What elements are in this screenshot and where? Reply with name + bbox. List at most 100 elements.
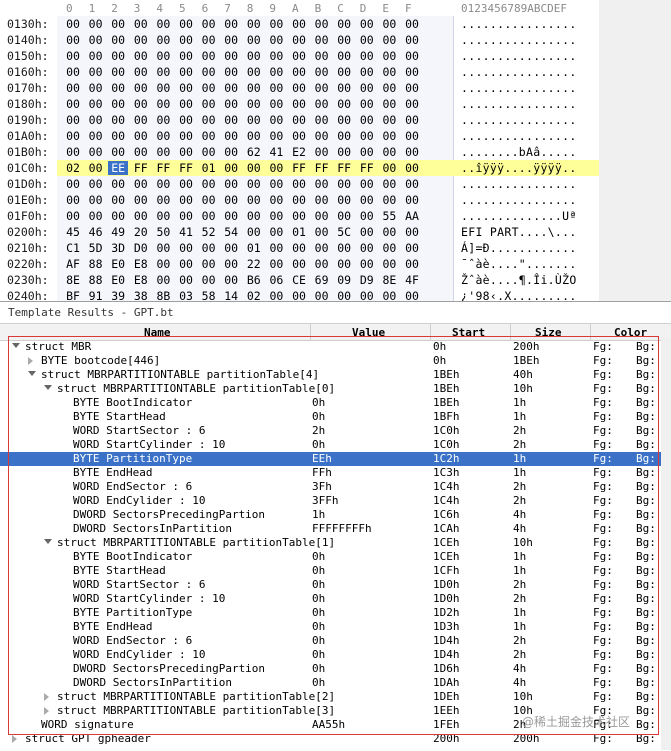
hex-byte[interactable]: 45 xyxy=(63,225,83,239)
hex-byte[interactable]: 01 xyxy=(244,241,264,255)
hex-byte[interactable]: 00 xyxy=(108,209,128,223)
hex-byte[interactable]: 00 xyxy=(334,177,354,191)
ascii-text[interactable]: ................ xyxy=(461,97,577,111)
hex-byte[interactable]: 00 xyxy=(266,209,286,223)
hex-byte[interactable]: 00 xyxy=(108,17,128,31)
hex-byte[interactable]: 00 xyxy=(402,257,422,271)
hex-byte[interactable]: 00 xyxy=(266,193,286,207)
hex-byte[interactable]: FF xyxy=(176,161,196,175)
hex-byte[interactable]: 00 xyxy=(176,145,196,159)
hex-byte[interactable]: 00 xyxy=(199,97,219,111)
hex-byte[interactable]: CE xyxy=(289,273,309,287)
hex-byte[interactable]: 00 xyxy=(153,209,173,223)
hex-byte[interactable]: 09 xyxy=(334,273,354,287)
hex-byte[interactable]: 00 xyxy=(357,49,377,63)
hex-byte[interactable]: 00 xyxy=(357,33,377,47)
hex-byte[interactable]: 00 xyxy=(379,81,399,95)
hex-row[interactable]: 01F0h: 00 00 00 00 00 00 00 00 00 00 00 00 00 00 55 AA..… xyxy=(0,208,599,224)
hex-row[interactable]: 01E0h: 00 00 00 00 00 00 00 00 00 00 00 00 00 00 00 00..… xyxy=(0,192,599,208)
hex-byte[interactable]: 00 xyxy=(357,257,377,271)
hex-byte[interactable]: 00 xyxy=(334,81,354,95)
hex-row[interactable]: 0190h: 00 00 00 00 00 00 00 00 00 00 00 00 00 00 00 00..… xyxy=(0,112,599,128)
hex-byte[interactable]: 00 xyxy=(153,49,173,63)
hex-byte[interactable]: 00 xyxy=(379,17,399,31)
hex-byte[interactable]: 00 xyxy=(131,193,151,207)
hex-byte[interactable]: 00 xyxy=(266,81,286,95)
hex-byte[interactable]: 00 xyxy=(176,97,196,111)
hex-byte[interactable]: 52 xyxy=(199,225,219,239)
hex-byte[interactable]: E8 xyxy=(131,257,151,271)
hex-byte[interactable]: 00 xyxy=(312,257,332,271)
hex-byte[interactable]: 00 xyxy=(221,113,241,127)
hex-byte[interactable]: B6 xyxy=(244,273,264,287)
hex-byte[interactable]: 00 xyxy=(86,81,106,95)
ascii-text[interactable]: ................ xyxy=(461,49,577,63)
hex-byte[interactable]: FF xyxy=(312,161,332,175)
hex-byte[interactable]: 00 xyxy=(357,209,377,223)
hex-byte[interactable]: 00 xyxy=(199,33,219,47)
hex-byte[interactable]: 00 xyxy=(379,33,399,47)
hex-byte[interactable]: 00 xyxy=(334,17,354,31)
hex-byte[interactable]: 00 xyxy=(221,145,241,159)
ascii-text[interactable]: ................ xyxy=(461,17,577,31)
hex-byte[interactable]: FF xyxy=(289,161,309,175)
hex-byte[interactable]: 00 xyxy=(108,33,128,47)
hex-byte[interactable]: 00 xyxy=(312,97,332,111)
hex-byte[interactable]: 00 xyxy=(334,49,354,63)
hex-byte[interactable]: 00 xyxy=(312,33,332,47)
hex-byte[interactable]: 00 xyxy=(199,129,219,143)
hex-byte[interactable]: 00 xyxy=(153,97,173,111)
hex-byte[interactable]: 00 xyxy=(357,129,377,143)
hex-byte[interactable]: 00 xyxy=(357,97,377,111)
hex-byte[interactable]: 00 xyxy=(176,257,196,271)
hex-byte[interactable]: 00 xyxy=(108,129,128,143)
hex-byte[interactable]: 00 xyxy=(108,145,128,159)
hex-byte[interactable]: 00 xyxy=(379,49,399,63)
hex-byte[interactable]: 00 xyxy=(63,193,83,207)
hex-byte[interactable]: 00 xyxy=(176,193,196,207)
hex-byte[interactable]: 02 xyxy=(63,161,83,175)
hex-byte[interactable]: 00 xyxy=(221,129,241,143)
hex-byte[interactable]: 00 xyxy=(199,273,219,287)
hex-byte[interactable]: 00 xyxy=(402,81,422,95)
hex-byte[interactable]: 00 xyxy=(312,145,332,159)
hex-byte[interactable]: 00 xyxy=(63,113,83,127)
hex-byte[interactable]: 00 xyxy=(379,289,399,301)
hex-byte[interactable]: 00 xyxy=(86,129,106,143)
hex-byte[interactable]: 00 xyxy=(221,161,241,175)
hex-byte[interactable]: E8 xyxy=(131,273,151,287)
hex-byte[interactable]: 00 xyxy=(176,49,196,63)
hex-byte[interactable]: 3D xyxy=(108,241,128,255)
hex-byte[interactable]: AA xyxy=(402,209,422,223)
hex-byte[interactable]: 00 xyxy=(221,241,241,255)
hex-byte[interactable]: 00 xyxy=(131,97,151,111)
hex-byte[interactable]: 00 xyxy=(244,17,264,31)
hex-byte[interactable]: 00 xyxy=(266,289,286,301)
hex-byte[interactable]: 91 xyxy=(86,289,106,301)
ascii-text[interactable]: ................ xyxy=(461,129,577,143)
hex-byte[interactable]: 55 xyxy=(379,209,399,223)
hex-byte[interactable]: 50 xyxy=(153,225,173,239)
hex-byte[interactable]: 00 xyxy=(86,97,106,111)
hex-byte[interactable]: 00 xyxy=(379,97,399,111)
hex-byte[interactable]: 00 xyxy=(312,49,332,63)
hex-byte[interactable]: 00 xyxy=(266,65,286,79)
hex-byte[interactable]: D0 xyxy=(131,241,151,255)
hex-byte[interactable]: 00 xyxy=(357,17,377,31)
hex-byte[interactable]: 00 xyxy=(312,241,332,255)
hex-byte[interactable]: 00 xyxy=(244,113,264,127)
hex-byte[interactable]: 54 xyxy=(221,225,241,239)
hex-byte[interactable]: 06 xyxy=(266,273,286,287)
hex-byte[interactable]: 00 xyxy=(86,17,106,31)
hex-byte[interactable]: 00 xyxy=(334,129,354,143)
hex-byte[interactable]: 00 xyxy=(402,113,422,127)
hex-byte[interactable]: 00 xyxy=(131,129,151,143)
hex-byte[interactable]: 00 xyxy=(357,193,377,207)
hex-byte[interactable]: 00 xyxy=(334,33,354,47)
hex-byte[interactable]: 00 xyxy=(63,49,83,63)
hex-byte[interactable]: 00 xyxy=(289,33,309,47)
hex-byte[interactable]: 00 xyxy=(334,257,354,271)
hex-byte[interactable]: 00 xyxy=(63,145,83,159)
hex-byte[interactable]: 00 xyxy=(402,33,422,47)
hex-byte[interactable]: FF xyxy=(357,161,377,175)
